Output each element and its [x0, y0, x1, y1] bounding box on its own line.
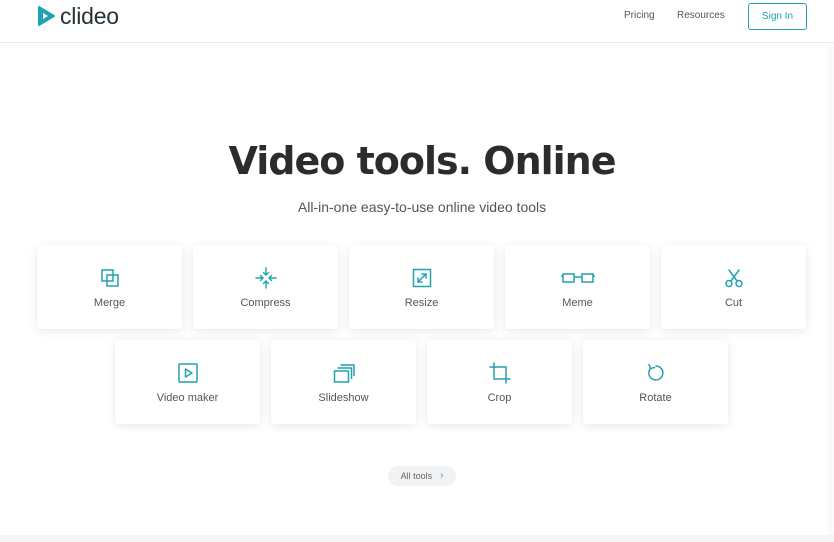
- logo-text: clideo: [60, 3, 119, 29]
- tool-card-compress[interactable]: Compress: [193, 245, 338, 329]
- tool-label: Slideshow: [318, 392, 369, 404]
- tool-label: Rotate: [639, 392, 672, 404]
- crop-icon: [488, 362, 511, 384]
- nav-pricing[interactable]: Pricing: [624, 10, 655, 22]
- tool-card-crop[interactable]: Crop: [427, 340, 572, 424]
- clideo-logo-icon: [38, 6, 55, 26]
- chevron-right-icon: ›: [440, 470, 444, 481]
- merge-icon: [99, 267, 121, 289]
- tool-card-resize[interactable]: Resize: [349, 245, 494, 329]
- nav-resources[interactable]: Resources: [677, 10, 725, 22]
- header: clideo Pricing Resources Sign In: [0, 0, 834, 43]
- logo[interactable]: clideo: [36, 3, 119, 29]
- tool-label: Cut: [724, 297, 743, 309]
- video-maker-icon: [177, 362, 199, 384]
- tool-label: Crop: [487, 392, 512, 404]
- scissors-icon: [723, 267, 745, 289]
- page-title: Video tools. Online: [228, 139, 617, 183]
- tool-label: Meme: [562, 297, 593, 309]
- all-tools-label: All tools: [400, 471, 433, 481]
- tool-card-cut[interactable]: Cut: [661, 245, 806, 329]
- compress-icon: [254, 267, 277, 289]
- meme-icon: [560, 267, 595, 289]
- resize-icon: [411, 267, 433, 289]
- tool-card-merge[interactable]: Merge: [37, 245, 182, 329]
- slideshow-icon: [333, 362, 355, 384]
- all-tools-button[interactable]: All tools ›: [388, 466, 456, 486]
- sign-in-button[interactable]: Sign In: [748, 3, 807, 30]
- tool-label: Merge: [93, 297, 126, 309]
- tool-label: Compress: [240, 297, 291, 309]
- scrollbar-track[interactable]: [828, 43, 834, 535]
- tool-card-rotate[interactable]: Rotate: [583, 340, 728, 424]
- tool-label: Video maker: [156, 392, 219, 404]
- tool-label: Resize: [404, 297, 439, 309]
- tool-card-meme[interactable]: Meme: [505, 245, 650, 329]
- rotate-icon: [645, 362, 667, 384]
- page-bottom-edge: [0, 535, 834, 542]
- page: clideo Pricing Resources Sign In Video t…: [0, 0, 834, 542]
- page-subtitle: All-in-one easy-to-use online video tool…: [297, 199, 547, 215]
- tool-card-slideshow[interactable]: Slideshow: [271, 340, 416, 424]
- tool-card-video-maker[interactable]: Video maker: [115, 340, 260, 424]
